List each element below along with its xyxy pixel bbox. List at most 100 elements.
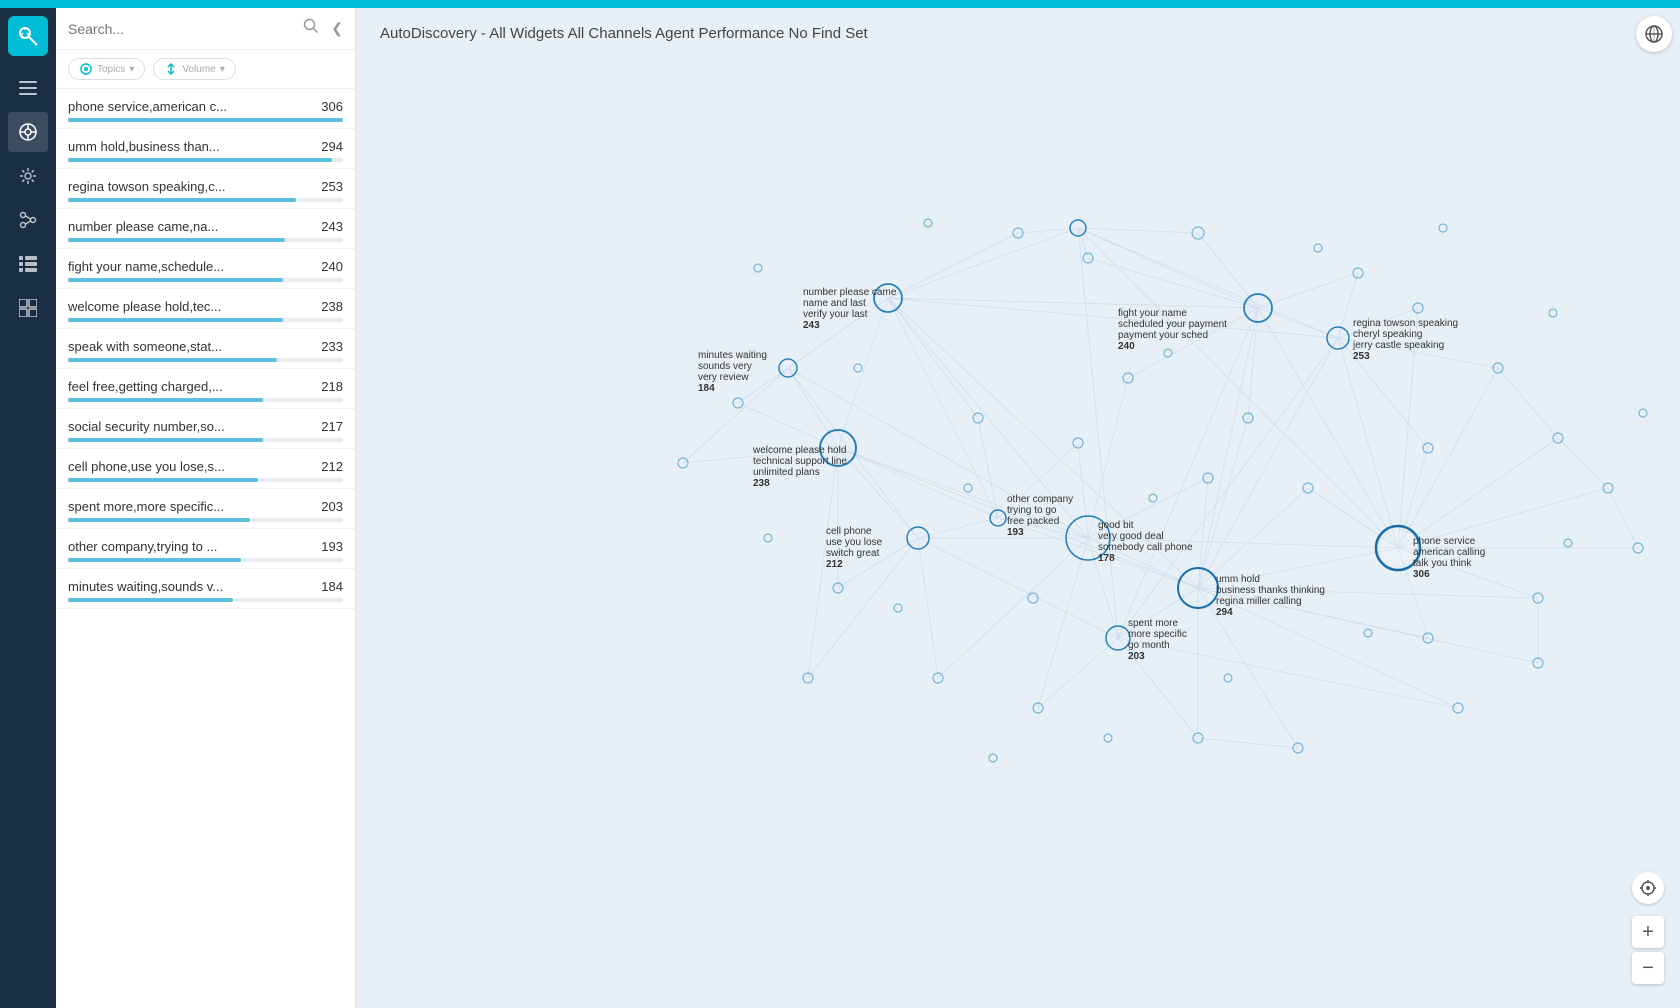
topic-list-item[interactable]: umm hold,business than... 294 <box>56 129 355 169</box>
volume-filter-label: Volume <box>182 64 215 75</box>
topic-count: 240 <box>321 259 343 274</box>
topic-bar <box>68 558 241 562</box>
topic-list-item[interactable]: number please came,na... 243 <box>56 209 355 249</box>
page-title: AutoDiscovery - All Widgets All Channels… <box>356 8 1680 58</box>
topic-list-item[interactable]: other company,trying to ... 193 <box>56 529 355 569</box>
topic-name: other company,trying to ... <box>68 539 217 554</box>
main-content: AutoDiscovery - All Widgets All Channels… <box>356 8 1680 1008</box>
topic-name: regina towson speaking,c... <box>68 179 226 194</box>
svg-text:umm hold: umm hold <box>1216 574 1260 585</box>
topic-name: social security number,so... <box>68 419 225 434</box>
topic-count: 184 <box>321 579 343 594</box>
topic-bar <box>68 118 343 122</box>
svg-text:payment your sched: payment your sched <box>1118 330 1208 341</box>
topics-filter-label: Topics <box>97 64 125 75</box>
topic-bar-bg <box>68 478 343 482</box>
topic-bar-bg <box>68 278 343 282</box>
topic-list-item[interactable]: fight your name,schedule... 240 <box>56 249 355 289</box>
svg-text:good bit: good bit <box>1098 520 1134 531</box>
sidebar-item-autodiscovery[interactable] <box>8 112 48 152</box>
collapse-sidebar-button[interactable]: ❮ <box>331 20 343 37</box>
topic-count: 306 <box>321 99 343 114</box>
search-input[interactable] <box>68 21 295 37</box>
svg-text:178: 178 <box>1098 553 1115 564</box>
svg-text:238: 238 <box>753 478 770 489</box>
topic-count: 193 <box>321 539 343 554</box>
zoom-in-button[interactable]: + <box>1632 916 1664 948</box>
topic-name: phone service,american c... <box>68 99 227 114</box>
globe-button[interactable] <box>1636 16 1672 52</box>
svg-text:spent more: spent more <box>1128 618 1178 629</box>
svg-text:number please came: number please came <box>803 287 897 298</box>
topic-list-item[interactable]: social security number,so... 217 <box>56 409 355 449</box>
topic-bar <box>68 398 263 402</box>
topic-list-item[interactable]: spent more,more specific... 203 <box>56 489 355 529</box>
search-bar: ❮ <box>56 8 355 50</box>
topic-bar-bg <box>68 238 343 242</box>
svg-text:name and last: name and last <box>803 298 866 309</box>
locate-button[interactable] <box>1632 872 1664 904</box>
sidebar-item-flow[interactable] <box>8 200 48 240</box>
topic-count: 238 <box>321 299 343 314</box>
topic-bar-bg <box>68 318 343 322</box>
topic-name: number please came,na... <box>68 219 218 234</box>
zoom-out-button[interactable]: − <box>1632 952 1664 984</box>
topic-list-item[interactable]: phone service,american c... 306 <box>56 89 355 129</box>
svg-text:fight your name: fight your name <box>1118 308 1187 319</box>
svg-text:sounds very: sounds very <box>698 361 752 372</box>
svg-text:welcome please hold: welcome please hold <box>752 445 846 456</box>
right-toolbar <box>1636 16 1672 52</box>
topic-bar-bg <box>68 518 343 522</box>
top-bar <box>0 0 1680 8</box>
topic-bar <box>68 478 258 482</box>
sidebar-item-dashboard[interactable] <box>8 288 48 328</box>
topic-bar <box>68 438 263 442</box>
topic-count: 217 <box>321 419 343 434</box>
topic-list-item[interactable]: minutes waiting,sounds v... 184 <box>56 569 355 609</box>
topic-count: 233 <box>321 339 343 354</box>
svg-text:other company: other company <box>1007 494 1073 505</box>
topic-list-item[interactable]: cell phone,use you lose,s... 212 <box>56 449 355 489</box>
topic-bar-bg <box>68 158 343 162</box>
topic-count: 218 <box>321 379 343 394</box>
topic-list-item[interactable]: welcome please hold,tec... 238 <box>56 289 355 329</box>
topic-bar <box>68 518 250 522</box>
search-icon[interactable] <box>303 18 319 39</box>
network-graph[interactable]: phone service american calling talk you … <box>356 58 1680 1008</box>
topic-name: fight your name,schedule... <box>68 259 224 274</box>
svg-text:very review: very review <box>698 372 749 383</box>
svg-text:free packed: free packed <box>1007 516 1059 527</box>
svg-text:cell phone: cell phone <box>826 526 872 537</box>
svg-text:unlimited plans: unlimited plans <box>753 467 820 478</box>
topic-list-item[interactable]: feel free,getting charged,... 218 <box>56 369 355 409</box>
topics-filter[interactable]: Topics ▾ <box>68 58 145 80</box>
topic-bar <box>68 318 283 322</box>
topic-list-item[interactable]: regina towson speaking,c... 253 <box>56 169 355 209</box>
svg-text:very good deal: very good deal <box>1098 531 1164 542</box>
topic-list-item[interactable]: speak with someone,stat... 233 <box>56 329 355 369</box>
topic-count: 253 <box>321 179 343 194</box>
svg-text:240: 240 <box>1118 341 1135 352</box>
svg-text:243: 243 <box>803 320 820 331</box>
svg-text:trying to go: trying to go <box>1007 505 1057 516</box>
sidebar-item-list[interactable] <box>8 244 48 284</box>
topic-bar-bg <box>68 118 343 122</box>
volume-chevron-icon: ▾ <box>220 64 225 75</box>
svg-text:american calling: american calling <box>1413 547 1485 558</box>
volume-filter[interactable]: Volume ▾ <box>153 58 235 80</box>
app-logo[interactable] <box>8 16 48 56</box>
menu-icon[interactable] <box>8 68 48 108</box>
topic-name: spent more,more specific... <box>68 499 224 514</box>
svg-text:go month: go month <box>1128 640 1170 651</box>
svg-text:cheryl speaking: cheryl speaking <box>1353 329 1422 340</box>
topic-list: phone service,american c... 306 umm hold… <box>56 89 355 1008</box>
svg-text:talk you think: talk you think <box>1413 558 1472 569</box>
zoom-controls: + − <box>1632 872 1664 984</box>
sidebar-item-settings[interactable] <box>8 156 48 196</box>
topic-bar <box>68 358 277 362</box>
topic-name: umm hold,business than... <box>68 139 220 154</box>
svg-text:193: 193 <box>1007 527 1024 538</box>
svg-text:253: 253 <box>1353 351 1370 362</box>
topics-chevron-icon: ▾ <box>129 64 134 75</box>
svg-text:203: 203 <box>1128 651 1145 662</box>
